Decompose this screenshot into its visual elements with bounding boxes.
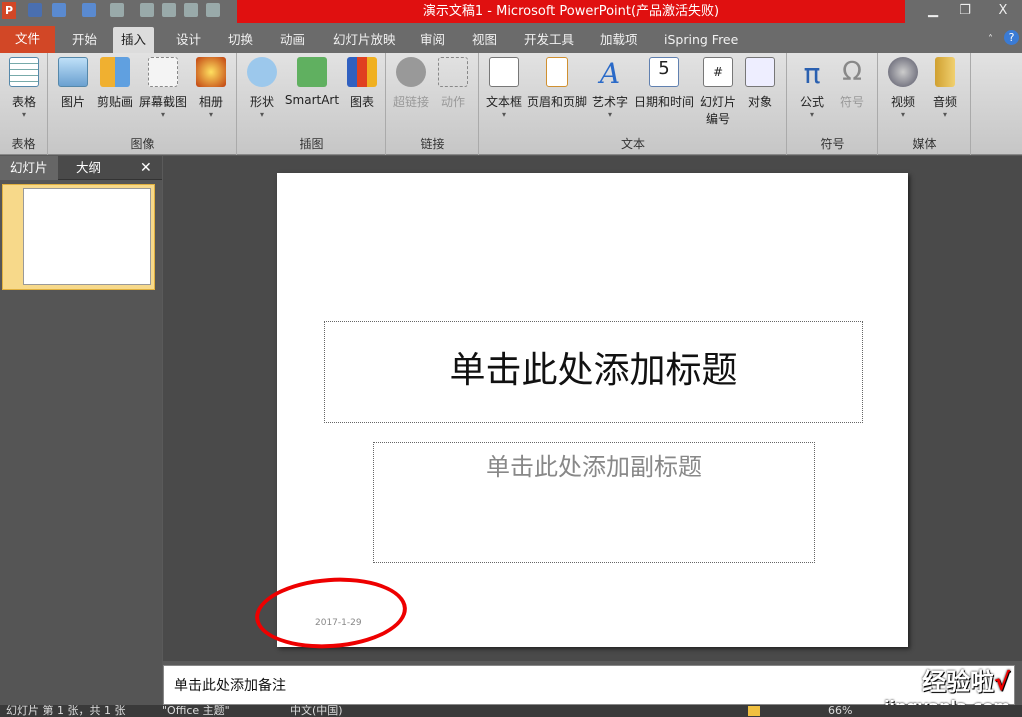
tab-animations[interactable]: 动画 bbox=[272, 27, 313, 53]
group-symbols: π 公式 ▾ Ω 符号 符号 bbox=[788, 53, 878, 155]
date-time-button[interactable]: 5 日期和时间 bbox=[632, 57, 696, 110]
title-bar: P 演示文稿1 - Microsoft PowerPoint(产品激活失败) ▁… bbox=[0, 0, 1022, 23]
tab-file[interactable]: 文件 bbox=[0, 26, 55, 53]
tab-slideshow[interactable]: 幻灯片放映 bbox=[325, 27, 404, 53]
tab-transitions[interactable]: 切换 bbox=[220, 27, 261, 53]
powerpoint-logo-icon: P bbox=[2, 2, 16, 19]
restore-button[interactable]: ❐ bbox=[952, 2, 978, 20]
audio-button[interactable]: 音频 ▾ bbox=[927, 57, 963, 119]
film-reel-icon bbox=[888, 57, 918, 87]
zoom-level[interactable]: 66% bbox=[828, 705, 852, 717]
quick-access-icon[interactable] bbox=[162, 3, 176, 17]
group-table: 表格 ▾ 表格 bbox=[0, 53, 48, 155]
status-bar: 幻灯片 第 1 张，共 1 张 "Office 主题" 中文(中国) 66% bbox=[0, 705, 1022, 717]
tab-design[interactable]: 设计 bbox=[168, 27, 209, 53]
textbox-icon bbox=[489, 57, 519, 87]
tab-review[interactable]: 审阅 bbox=[412, 27, 453, 53]
slide-canvas[interactable]: 单击此处添加标题 单击此处添加副标题 2017-1-29 bbox=[252, 173, 908, 654]
header-footer-icon bbox=[546, 57, 568, 87]
header-footer-button[interactable]: 页眉和页脚 bbox=[526, 57, 588, 110]
object-icon bbox=[745, 57, 775, 87]
action-button[interactable]: 动作 bbox=[435, 57, 471, 110]
chart-icon bbox=[347, 57, 377, 87]
tab-addins[interactable]: 加载项 bbox=[592, 27, 646, 53]
table-icon bbox=[9, 57, 39, 87]
redo-icon[interactable] bbox=[82, 3, 96, 17]
window-title: 演示文稿1 - Microsoft PowerPoint(产品激活失败) bbox=[237, 0, 905, 23]
screenshot-button[interactable]: 屏幕截图 ▾ bbox=[137, 57, 189, 119]
tab-ispring[interactable]: iSpring Free bbox=[656, 27, 746, 53]
wordart-icon: A bbox=[599, 57, 621, 90]
calendar-icon: 5 bbox=[649, 57, 679, 87]
textbox-button[interactable]: 文本框 ▾ bbox=[484, 57, 524, 119]
clipart-icon bbox=[100, 57, 130, 87]
shapes-button[interactable]: 形状 ▾ bbox=[244, 57, 280, 119]
language[interactable]: 中文(中国) bbox=[290, 705, 343, 717]
slide-thumbnail[interactable] bbox=[23, 188, 151, 285]
hyperlink-button[interactable]: 超链接 bbox=[391, 57, 431, 110]
quick-access-icon[interactable] bbox=[110, 3, 124, 17]
slide-number-icon: # bbox=[703, 57, 733, 87]
picture-button[interactable]: 图片 bbox=[55, 57, 91, 110]
action-icon bbox=[438, 57, 468, 87]
pane-tabs: 幻灯片 大纲 ✕ bbox=[0, 156, 162, 180]
save-icon[interactable] bbox=[28, 3, 42, 17]
close-pane-button[interactable]: ✕ bbox=[130, 156, 162, 180]
smartart-button[interactable]: SmartArt bbox=[284, 57, 340, 107]
tab-insert[interactable]: 插入 bbox=[113, 27, 155, 53]
table-button[interactable]: 表格 ▾ bbox=[6, 57, 42, 119]
tab-view[interactable]: 视图 bbox=[464, 27, 505, 53]
picture-icon bbox=[58, 57, 88, 87]
pi-icon: π bbox=[803, 57, 821, 90]
collapse-ribbon-icon[interactable]: ˄ bbox=[980, 27, 1001, 53]
slide-number-button[interactable]: # 幻灯片编号 bbox=[698, 57, 738, 127]
group-links: 超链接 动作 链接 bbox=[387, 53, 479, 155]
group-media: 视频 ▾ 音频 ▾ 媒体 bbox=[879, 53, 971, 155]
album-button[interactable]: 相册 ▾ bbox=[193, 57, 229, 119]
speaker-icon bbox=[935, 57, 955, 87]
ribbon-tabs: 文件 开始 插入 设计 切换 动画 幻灯片放映 审阅 视图 开发工具 加载项 i… bbox=[0, 23, 1022, 53]
hyperlink-icon bbox=[396, 57, 426, 87]
ribbon: 表格 ▾ 表格 图片 剪贴画 屏幕截图 ▾ 相册 ▾ 图像 形状 ▾ SmartArt … bbox=[0, 53, 1022, 155]
screenshot-icon bbox=[148, 57, 178, 87]
quick-access-icon[interactable] bbox=[184, 3, 198, 17]
quick-access-icon[interactable] bbox=[206, 3, 220, 17]
minimize-button[interactable]: ▁ bbox=[920, 2, 946, 20]
quick-access-icon[interactable] bbox=[140, 3, 154, 17]
tab-outline[interactable]: 大纲 bbox=[66, 156, 111, 180]
symbol-button[interactable]: Ω 符号 bbox=[834, 57, 870, 110]
group-images: 图片 剪贴画 屏幕截图 ▾ 相册 ▾ 图像 bbox=[49, 53, 237, 155]
annotation-circle bbox=[252, 572, 410, 654]
tab-slides[interactable]: 幻灯片 bbox=[0, 156, 58, 180]
title-placeholder[interactable]: 单击此处添加标题 bbox=[324, 321, 863, 423]
slides-pane: 幻灯片 大纲 ✕ 1 bbox=[0, 156, 162, 705]
object-button[interactable]: 对象 bbox=[742, 57, 778, 110]
omega-icon: Ω bbox=[842, 57, 862, 87]
equation-button[interactable]: π 公式 ▾ bbox=[794, 57, 830, 119]
slide-thumbnail-selected[interactable] bbox=[2, 184, 155, 290]
clipart-button[interactable]: 剪贴画 bbox=[95, 57, 135, 110]
close-button[interactable]: X bbox=[990, 2, 1016, 20]
group-text: 文本框 ▾ 页眉和页脚 A 艺术字 ▾ 5 日期和时间 # 幻灯片编号 对象 文本 bbox=[480, 53, 787, 155]
album-icon bbox=[196, 57, 226, 87]
chart-button[interactable]: 图表 bbox=[344, 57, 380, 110]
help-icon[interactable]: ? bbox=[1004, 30, 1019, 45]
group-illustrations: 形状 ▾ SmartArt 图表 插图 bbox=[238, 53, 386, 155]
date-field[interactable]: 2017-1-29 bbox=[315, 618, 362, 628]
tab-developer[interactable]: 开发工具 bbox=[516, 27, 582, 53]
theme-name[interactable]: "Office 主题" bbox=[162, 705, 230, 717]
wordart-button[interactable]: A 艺术字 ▾ bbox=[590, 57, 630, 119]
undo-icon[interactable] bbox=[52, 3, 66, 17]
slide-info: 幻灯片 第 1 张，共 1 张 bbox=[6, 705, 126, 717]
smartart-icon bbox=[297, 57, 327, 87]
subtitle-placeholder[interactable]: 单击此处添加副标题 bbox=[373, 442, 815, 563]
normal-view-icon[interactable] bbox=[748, 706, 760, 716]
video-button[interactable]: 视频 ▾ bbox=[885, 57, 921, 119]
shapes-icon bbox=[247, 57, 277, 87]
tab-home[interactable]: 开始 bbox=[64, 27, 105, 53]
